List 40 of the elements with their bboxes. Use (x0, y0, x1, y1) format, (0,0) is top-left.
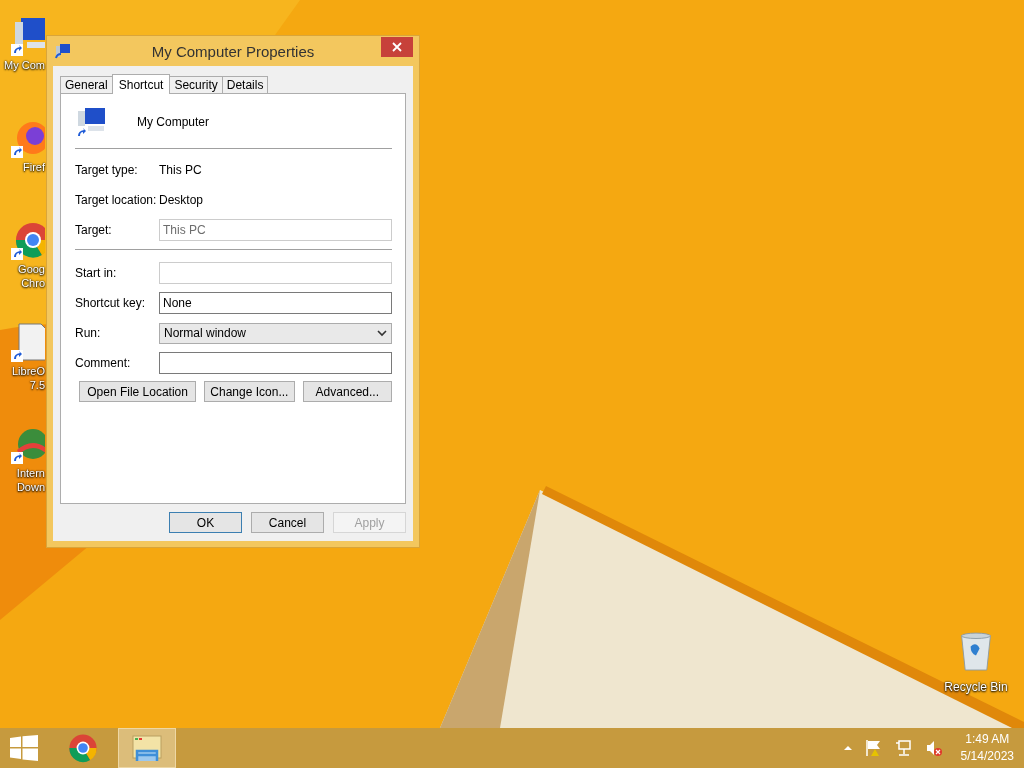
tab[interactable]: Security (169, 76, 223, 93)
close-button[interactable] (381, 37, 413, 57)
dialog-button[interactable]: OK (169, 512, 242, 533)
action-button[interactable]: Change Icon... (204, 381, 295, 402)
field-label: Target location: (75, 193, 158, 207)
action-button[interactable]: Advanced... (302, 381, 392, 402)
speaker-muted-icon[interactable] (924, 739, 943, 757)
field-label: Comment: (75, 356, 132, 370)
clock-date: 5/14/2023 (960, 748, 1014, 765)
close-icon (392, 42, 402, 52)
field-value: This PC (159, 163, 203, 177)
field-label: Run: (75, 326, 102, 340)
chrome-icon (67, 732, 99, 764)
dialog-button[interactable]: Cancel (251, 512, 324, 533)
run-dropdown[interactable]: Normal window (159, 322, 392, 344)
network-icon[interactable] (894, 739, 913, 757)
clock-time: 1:49 AM (965, 731, 1010, 748)
chevron-down-icon (377, 329, 387, 337)
input-field[interactable] (159, 352, 392, 374)
document-icon[interactable] (11, 322, 45, 362)
field-value: Desktop (159, 193, 205, 207)
tab[interactable]: Shortcut (111, 74, 171, 94)
field-label: Target: (75, 223, 113, 237)
windows-logo-icon (10, 735, 38, 761)
computer-icon (55, 43, 71, 59)
action-button[interactable]: Open File Location (79, 381, 197, 402)
computer-icon (75, 106, 107, 138)
input-field[interactable]: None (159, 292, 392, 314)
window-title: My Computer Properties (150, 42, 316, 60)
field-label: Start in: (75, 266, 118, 280)
folder-icon (131, 733, 163, 763)
field-label: Shortcut key: (75, 296, 147, 310)
tab[interactable]: General (60, 76, 113, 93)
tab[interactable]: Details (221, 76, 269, 93)
taskbar-button[interactable] (118, 728, 176, 768)
flag-icon[interactable] (864, 739, 883, 757)
chevron-up-icon[interactable] (842, 744, 853, 752)
shortcut-name: My Computer (137, 115, 210, 129)
field-label: Target type: (75, 163, 139, 177)
computer-icon[interactable] (11, 16, 45, 56)
